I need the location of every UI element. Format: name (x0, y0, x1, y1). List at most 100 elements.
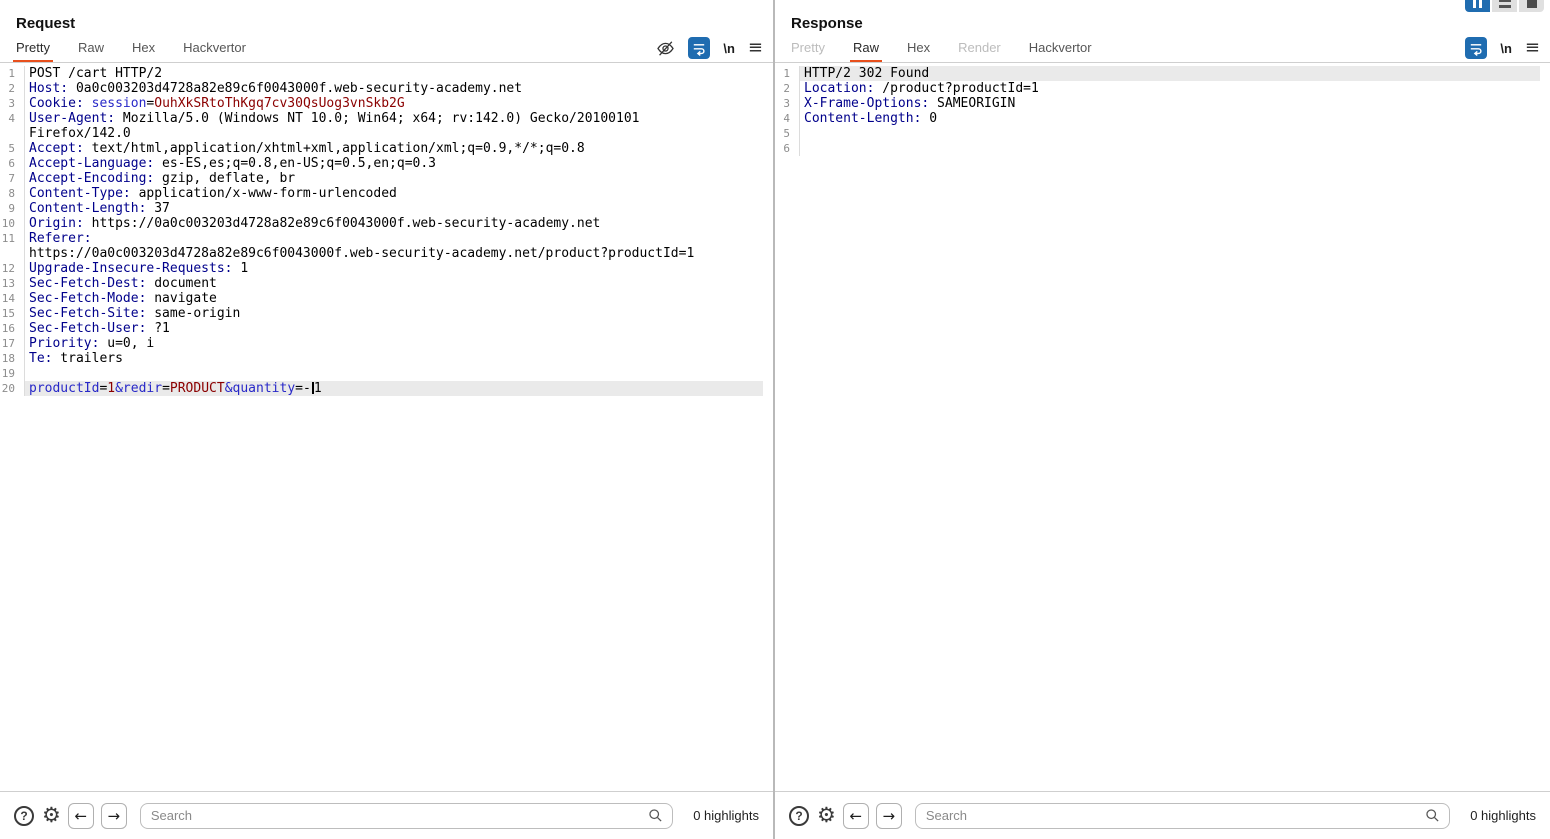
stop-icon (1527, 0, 1537, 8)
response-editor-toolbar: \n ≡ (1465, 37, 1540, 59)
editor-line[interactable]: 2Location: /product?productId=1 (775, 81, 1540, 96)
layout-controls (1465, 0, 1544, 12)
next-match-button[interactable]: → (101, 803, 127, 829)
line-content: Content-Type: application/x-www-form-url… (25, 186, 397, 201)
editor-line[interactable]: 10Origin: https://0a0c003203d4728a82e89c… (0, 216, 763, 231)
editor-line[interactable]: 13Sec-Fetch-Dest: document (0, 276, 763, 291)
editor-line[interactable]: 15Sec-Fetch-Site: same-origin (0, 306, 763, 321)
line-content: Sec-Fetch-Dest: document (25, 276, 217, 291)
editor-line[interactable]: 3X-Frame-Options: SAMEORIGIN (775, 96, 1540, 111)
line-number: 19 (0, 366, 25, 381)
editor-line[interactable]: 2Host: 0a0c003203d4728a82e89c6f0043000f.… (0, 81, 763, 96)
line-content: Sec-Fetch-Mode: navigate (25, 291, 217, 306)
request-search-box (140, 803, 673, 829)
show-newlines-toggle[interactable]: \n (1500, 41, 1512, 56)
line-number: 6 (0, 156, 25, 171)
line-number: 5 (0, 141, 25, 156)
editor-line[interactable]: 19 (0, 366, 763, 381)
editor-line[interactable]: Firefox/142.0 (0, 126, 763, 141)
pause-button[interactable] (1465, 0, 1490, 12)
word-wrap-toggle-button[interactable] (688, 37, 710, 59)
line-content: Origin: https://0a0c003203d4728a82e89c6f… (25, 216, 600, 231)
line-content: Accept-Language: es-ES,es;q=0.8,en-US;q=… (25, 156, 436, 171)
line-content (800, 141, 804, 156)
editor-line[interactable]: https://0a0c003203d4728a82e89c6f0043000f… (0, 246, 763, 261)
previous-match-button[interactable]: ← (843, 803, 869, 829)
line-number: 16 (0, 321, 25, 336)
editor-line[interactable]: 6 (775, 141, 1540, 156)
editor-menu-icon[interactable]: ≡ (1525, 39, 1540, 57)
next-match-button[interactable]: → (876, 803, 902, 829)
repeater-view: Request PrettyRawHexHackvertor (0, 0, 1550, 839)
line-number (0, 246, 25, 261)
tab-hex[interactable]: Hex (904, 40, 933, 62)
editor-line[interactable]: 5Accept: text/html,application/xhtml+xml… (0, 141, 763, 156)
word-wrap-toggle-button[interactable] (1465, 37, 1487, 59)
line-content: Priority: u=0, i (25, 336, 154, 351)
search-icon (1424, 807, 1441, 824)
tab-hex[interactable]: Hex (129, 40, 158, 62)
response-search-input[interactable] (926, 808, 1424, 823)
line-content: POST /cart HTTP/2 (25, 66, 162, 81)
previous-match-button[interactable]: ← (68, 803, 94, 829)
editor-line[interactable]: 8Content-Type: application/x-www-form-ur… (0, 186, 763, 201)
editor-line[interactable]: 16Sec-Fetch-User: ?1 (0, 321, 763, 336)
line-number: 17 (0, 336, 25, 351)
line-number: 1 (775, 66, 800, 81)
word-wrap-icon (691, 40, 707, 56)
line-content: HTTP/2 302 Found (800, 66, 929, 81)
editor-line[interactable]: 20productId=1&redir=PRODUCT&quantity=-1 (0, 381, 763, 396)
editor-line[interactable]: 4User-Agent: Mozilla/5.0 (Windows NT 10.… (0, 111, 763, 126)
editor-line[interactable]: 5 (775, 126, 1540, 141)
editor-line[interactable]: 1POST /cart HTTP/2 (0, 66, 763, 81)
stop-button[interactable] (1519, 0, 1544, 12)
line-content: Accept-Encoding: gzip, deflate, br (25, 171, 295, 186)
line-number: 18 (0, 351, 25, 366)
editor-line[interactable]: 3Cookie: session=OuhXkSRtoThKgq7cv30QsUo… (0, 96, 763, 111)
request-editor[interactable]: 1POST /cart HTTP/22Host: 0a0c003203d4728… (0, 63, 773, 791)
editor-line[interactable]: 4Content-Length: 0 (775, 111, 1540, 126)
editor-line[interactable]: 17Priority: u=0, i (0, 336, 763, 351)
line-number: 6 (775, 141, 800, 156)
help-icon[interactable]: ? (14, 806, 34, 826)
line-content: Host: 0a0c003203d4728a82e89c6f0043000f.w… (25, 81, 522, 96)
line-number: 4 (775, 111, 800, 126)
show-newlines-toggle[interactable]: \n (723, 41, 735, 56)
editor-line[interactable]: 1HTTP/2 302 Found (775, 66, 1540, 81)
rows-layout-button[interactable] (1492, 0, 1517, 12)
editor-line[interactable]: 11Referer: (0, 231, 763, 246)
tab-raw[interactable]: Raw (75, 40, 107, 62)
request-footer: ? ⚙ ← → 0 highlights (0, 791, 773, 839)
editor-line[interactable]: 12Upgrade-Insecure-Requests: 1 (0, 261, 763, 276)
help-icon[interactable]: ? (789, 806, 809, 826)
editor-line[interactable]: 18Te: trailers (0, 351, 763, 366)
line-number: 2 (775, 81, 800, 96)
tab-pretty[interactable]: Pretty (13, 40, 53, 62)
hide-nonprintable-icon[interactable] (656, 39, 675, 58)
tab-hackvertor[interactable]: Hackvertor (1026, 40, 1095, 62)
request-search-input[interactable] (151, 808, 647, 823)
word-wrap-icon (1468, 40, 1484, 56)
editor-menu-icon[interactable]: ≡ (748, 39, 763, 57)
line-content: Content-Length: 0 (800, 111, 937, 126)
line-number: 1 (0, 66, 25, 81)
tab-raw[interactable]: Raw (850, 40, 882, 62)
response-panel-header: Response PrettyRawHexRenderHackvertor \n… (775, 0, 1550, 63)
line-content: https://0a0c003203d4728a82e89c6f0043000f… (25, 246, 694, 261)
request-highlights-count: 0 highlights (693, 808, 759, 823)
line-content (800, 126, 804, 141)
line-number: 3 (0, 96, 25, 111)
request-panel: Request PrettyRawHexHackvertor (0, 0, 773, 839)
response-footer: ? ⚙ ← → 0 highlights (775, 791, 1550, 839)
rows-icon (1499, 0, 1511, 8)
tab-hackvertor[interactable]: Hackvertor (180, 40, 249, 62)
search-settings-gear-icon[interactable]: ⚙ (42, 805, 61, 826)
response-editor[interactable]: 1HTTP/2 302 Found2Location: /product?pro… (775, 63, 1550, 791)
editor-line[interactable]: 6Accept-Language: es-ES,es;q=0.8,en-US;q… (0, 156, 763, 171)
editor-line[interactable]: 9Content-Length: 37 (0, 201, 763, 216)
line-content: User-Agent: Mozilla/5.0 (Windows NT 10.0… (25, 111, 639, 126)
editor-line[interactable]: 7Accept-Encoding: gzip, deflate, br (0, 171, 763, 186)
search-settings-gear-icon[interactable]: ⚙ (817, 805, 836, 826)
response-search-box (915, 803, 1450, 829)
editor-line[interactable]: 14Sec-Fetch-Mode: navigate (0, 291, 763, 306)
